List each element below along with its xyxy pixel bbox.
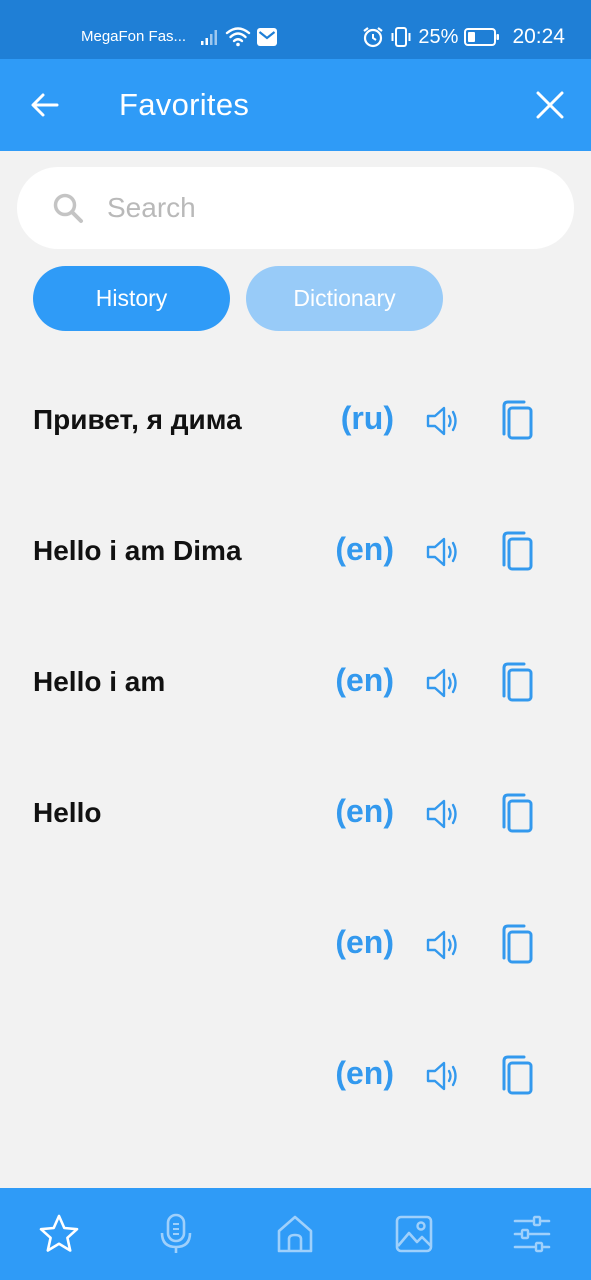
copy-icon[interactable] [498, 793, 536, 835]
language-tag: (en) [335, 662, 394, 698]
battery-icon [464, 28, 500, 46]
speaker-icon[interactable] [424, 664, 462, 702]
mail-icon [257, 28, 277, 46]
copy-icon[interactable] [498, 924, 536, 966]
bottom-navigation [0, 1188, 591, 1280]
nav-favorites[interactable] [37, 1212, 81, 1256]
star-icon [39, 1214, 79, 1252]
status-bar: MegaFon Fas... 25% 20:24 [0, 0, 591, 59]
home-icon [277, 1215, 313, 1253]
nav-settings[interactable] [510, 1212, 554, 1256]
tab-history-label: History [95, 285, 168, 311]
vibrate-icon [391, 27, 411, 47]
list-item[interactable]: Привет, я дима (ru) [0, 360, 591, 491]
nav-home[interactable] [273, 1212, 317, 1256]
copy-icon[interactable] [498, 531, 536, 573]
arrow-left-icon [31, 93, 59, 117]
item-text: Hello [33, 797, 102, 828]
close-button[interactable] [529, 84, 571, 126]
tab-history[interactable]: History [33, 266, 230, 331]
language-tag: (en) [335, 531, 394, 567]
language-tag: (en) [335, 1055, 394, 1091]
item-text: Hello i am [33, 666, 166, 697]
language-tag: (en) [335, 793, 394, 829]
search-icon [53, 193, 83, 223]
status-right: 25% 20:24 [362, 24, 565, 50]
clock-time: 20:24 [512, 25, 565, 48]
copy-icon[interactable] [498, 662, 536, 704]
microphone-icon [160, 1213, 192, 1253]
status-left-icons [200, 24, 278, 50]
copy-icon[interactable] [498, 1055, 536, 1097]
image-icon [395, 1215, 433, 1253]
alarm-icon [363, 27, 384, 48]
page-title: Favorites [119, 87, 250, 122]
speaker-icon[interactable] [424, 926, 462, 964]
nav-voice[interactable] [154, 1212, 198, 1256]
copy-icon[interactable] [498, 400, 536, 442]
close-icon [536, 91, 564, 119]
speaker-icon[interactable] [424, 1057, 462, 1095]
nav-image[interactable] [392, 1212, 436, 1256]
speaker-icon[interactable] [424, 795, 462, 833]
speaker-icon[interactable] [424, 402, 462, 440]
list-item[interactable]: Hello i am (en) [0, 622, 591, 753]
back-button[interactable] [24, 84, 66, 126]
list-item[interactable]: (en) [0, 1015, 591, 1146]
language-tag: (ru) [340, 400, 394, 436]
search-input[interactable] [105, 183, 545, 233]
item-text: Привет, я дима [33, 404, 242, 435]
item-text: Hello i am Dima [33, 535, 242, 566]
wifi-icon [225, 27, 251, 47]
battery-percent: 25% [418, 25, 459, 48]
search-bar [17, 167, 574, 249]
signal-icon [201, 30, 217, 45]
language-tag: (en) [335, 924, 394, 960]
app-bar: Favorites [0, 59, 591, 151]
speaker-icon[interactable] [424, 533, 462, 571]
tab-dictionary[interactable]: Dictionary [246, 266, 443, 331]
list-item[interactable]: Hello (en) [0, 753, 591, 884]
list-item[interactable]: Hello i am Dima (en) [0, 491, 591, 622]
tab-dictionary-label: Dictionary [293, 285, 396, 311]
sliders-icon [513, 1215, 551, 1253]
list-item[interactable]: (en) [0, 884, 591, 1015]
carrier-label: MegaFon Fas... [81, 28, 187, 45]
